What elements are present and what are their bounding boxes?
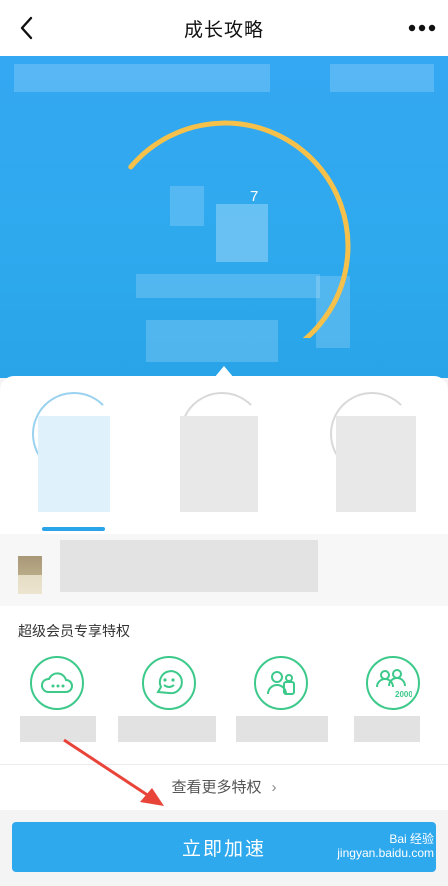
people-badge-icon (267, 671, 295, 695)
blurred-info (180, 416, 258, 512)
privilege-badge-text: 2000 (395, 690, 412, 699)
chevron-left-icon (20, 16, 33, 40)
page-title: 成长攻略 (183, 19, 264, 41)
growth-guide-screen: 成长攻略 7 超级会员专享特权 2000 查看更多特权 › 立即加速 Bai 经… (0, 0, 448, 886)
blurred-info (14, 64, 270, 92)
level-item[interactable] (32, 392, 116, 514)
blurred-info (354, 716, 420, 742)
chevron-right-icon: › (271, 779, 277, 796)
watermark: Bai 经验 jingyan.baidu.com (337, 832, 434, 860)
level-item[interactable] (330, 392, 416, 514)
selected-level-indicator (42, 527, 105, 531)
annotation-arrow-icon (63, 738, 164, 806)
blurred-info (336, 416, 416, 512)
crowd-2000-icon: 2000 (376, 669, 412, 699)
blurred-info (60, 540, 318, 592)
watermark-url: jingyan.baidu.com (337, 846, 434, 860)
level-item[interactable] (180, 392, 264, 514)
back-button[interactable] (8, 10, 44, 46)
growth-gauge (128, 120, 351, 338)
privilege-item-1[interactable] (30, 656, 84, 710)
watermark-brand: Bai 经验 (389, 832, 434, 846)
privilege-item-4[interactable]: 2000 (366, 656, 420, 710)
blurred-info (38, 416, 110, 512)
avatar (18, 556, 42, 594)
privileges-title: 超级会员专享特权 (18, 623, 130, 639)
gauge-value: 7 (250, 188, 259, 205)
smile-bubble-icon (156, 670, 183, 695)
top-bar: 成长攻略 (0, 0, 448, 56)
more-dots-icon (408, 24, 436, 32)
cloud-chat-icon (41, 672, 73, 693)
privilege-item-3[interactable] (254, 656, 308, 710)
more-button[interactable] (402, 10, 442, 46)
gauge-progress-arc (128, 120, 351, 338)
blurred-info (330, 64, 434, 92)
privilege-item-2[interactable] (142, 656, 196, 710)
more-privileges-label: 查看更多特权 (171, 779, 262, 796)
blurred-info (236, 716, 328, 742)
